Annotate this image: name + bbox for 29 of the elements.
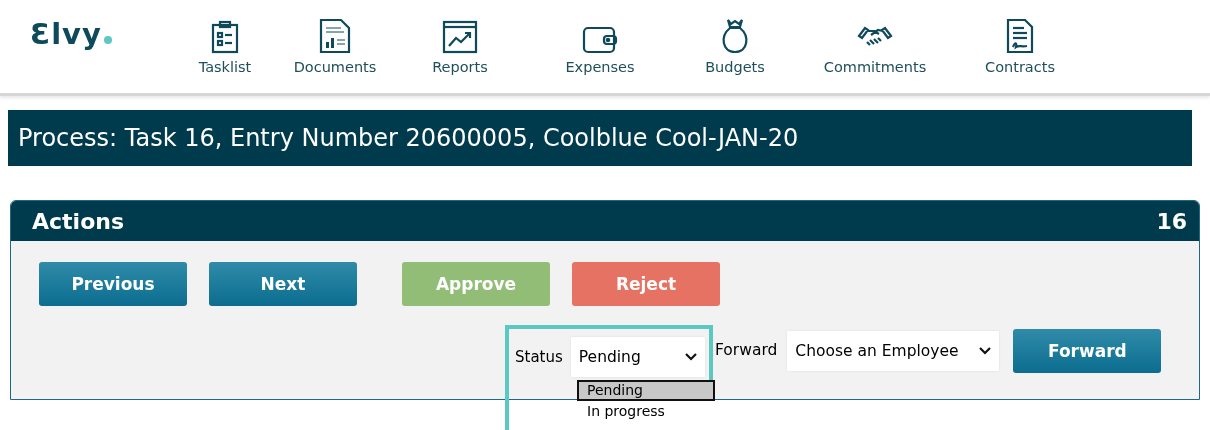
contract-icon bbox=[1006, 18, 1034, 54]
action-button[interactable]: Previous bbox=[39, 262, 187, 306]
nav-item[interactable]: Expenses bbox=[520, 0, 680, 76]
forward-button[interactable]: Forward bbox=[1013, 329, 1162, 373]
forward-label: Forward bbox=[715, 341, 778, 359]
logo-dot-icon bbox=[103, 36, 112, 44]
clipboard-icon bbox=[211, 20, 239, 54]
panel-title: Actions bbox=[32, 208, 124, 234]
logo: Ɛlvy bbox=[30, 18, 102, 50]
employee-dropdown[interactable]: Choose an Employee bbox=[787, 331, 1000, 371]
page-title: Process: Task 16, Entry Number 20600005, Coolblue Cool-JAN-20 bbox=[8, 110, 1192, 166]
money-bag-icon bbox=[720, 18, 750, 54]
chevron-icon bbox=[684, 353, 697, 361]
status-dropdown[interactable]: Pending bbox=[570, 337, 705, 377]
dropdown-option[interactable]: Pending bbox=[577, 380, 715, 401]
nav-item[interactable]: Budgets bbox=[680, 0, 790, 76]
nav-item[interactable]: Contracts bbox=[960, 0, 1080, 76]
action-button[interactable]: Next bbox=[209, 262, 357, 306]
nav-item[interactable]: Commitments bbox=[790, 0, 960, 76]
chevron-icon bbox=[979, 347, 992, 355]
status-label: Status bbox=[515, 348, 563, 366]
nav-item[interactable]: Documents bbox=[270, 0, 400, 76]
document-chart-icon bbox=[319, 18, 351, 54]
nav-item[interactable]: Tasklist bbox=[180, 0, 270, 76]
wallet-icon bbox=[582, 26, 618, 54]
task-count: 16 bbox=[1156, 208, 1187, 234]
dropdown-option[interactable]: In progress bbox=[577, 401, 715, 422]
trend-chart-icon bbox=[442, 20, 478, 54]
nav-item[interactable]: Reports bbox=[400, 0, 520, 76]
